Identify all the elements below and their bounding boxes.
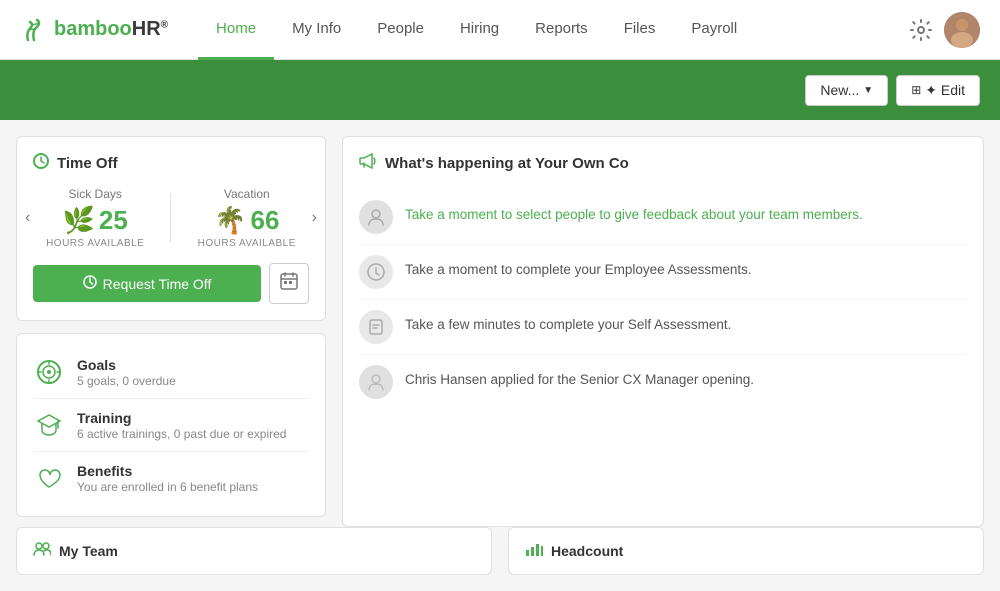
vacation-number: 66	[250, 205, 279, 236]
headcount-label: Headcount	[551, 543, 623, 559]
request-timeoff-label: Request Time Off	[103, 276, 212, 292]
new-label: New...	[820, 82, 859, 98]
main-content: Time Off ‹ Sick Days 🌿 25 HOURS AVAILABL…	[0, 120, 1000, 527]
training-sub: 6 active trainings, 0 past due or expire…	[77, 427, 286, 441]
news-card: What's happening at Your Own Co Take a m…	[342, 136, 984, 527]
benefits-icon	[33, 462, 65, 494]
nav-home[interactable]: Home	[198, 0, 274, 60]
sick-icon: 🌿	[63, 205, 95, 236]
avatar-svg	[944, 12, 980, 48]
headcount-icon	[525, 542, 543, 561]
settings-button[interactable]	[910, 19, 932, 41]
calendar-button[interactable]	[269, 263, 309, 304]
goals-title: Goals	[77, 357, 176, 373]
timeoff-actions: Request Time Off	[33, 263, 309, 304]
nav-files[interactable]: Files	[606, 0, 674, 60]
my-team-label: My Team	[59, 543, 118, 559]
goals-item[interactable]: Goals 5 goals, 0 overdue	[33, 346, 309, 399]
goals-text: Goals 5 goals, 0 overdue	[77, 357, 176, 388]
green-band: New... ▼ ⊞ ✦ Edit	[0, 60, 1000, 120]
training-icon	[33, 409, 65, 441]
timeoff-divider	[170, 193, 171, 243]
nav-links: Home My Info People Hiring Reports Files…	[198, 0, 910, 60]
timeoff-grid: ‹ Sick Days 🌿 25 HOURS AVAILABLE Vacatio…	[33, 187, 309, 249]
vacation-item: Vacation 🌴 66 HOURS AVAILABLE	[198, 187, 296, 249]
logo[interactable]: bambooHR®	[20, 16, 168, 44]
benefits-title: Benefits	[77, 463, 258, 479]
self-assessment-text: Take a few minutes to complete your Self…	[405, 310, 731, 335]
clock-icon	[33, 153, 49, 173]
timeoff-header: Time Off	[33, 153, 309, 173]
avatar[interactable]	[944, 12, 980, 48]
news-item-self-assessment: Take a few minutes to complete your Self…	[359, 300, 967, 355]
headcount-card[interactable]: Headcount	[508, 527, 984, 575]
benefits-item[interactable]: Benefits You are enrolled in 6 benefit p…	[33, 452, 309, 504]
right-column: What's happening at Your Own Co Take a m…	[342, 136, 984, 527]
band-buttons: New... ▼ ⊞ ✦ Edit	[805, 75, 980, 106]
timeoff-prev-button[interactable]: ‹	[25, 209, 30, 227]
request-icon	[83, 275, 97, 292]
new-button[interactable]: New... ▼	[805, 75, 888, 106]
logo-bamboo-text: bambooHR®	[54, 18, 168, 41]
bottom-row: My Team Headcount	[0, 527, 1000, 591]
vacation-label: Vacation	[198, 187, 296, 201]
news-title: What's happening at Your Own Co	[385, 155, 629, 172]
nav-myinfo[interactable]: My Info	[274, 0, 359, 60]
feedback-text: Take a moment to select people to give f…	[405, 200, 863, 225]
application-avatar	[359, 365, 393, 399]
chevron-down-icon: ▼	[863, 85, 873, 96]
megaphone-icon	[359, 153, 377, 174]
info-card: Goals 5 goals, 0 overdue Training 6 acti…	[16, 333, 326, 517]
news-item-feedback: Take a moment to select people to give f…	[359, 190, 967, 245]
bamboo-logo-icon	[20, 16, 48, 44]
benefits-sub: You are enrolled in 6 benefit plans	[77, 480, 258, 494]
feedback-link[interactable]: Take a moment to select people to give f…	[405, 207, 863, 222]
request-timeoff-button[interactable]: Request Time Off	[33, 265, 261, 302]
nav-reports[interactable]: Reports	[517, 0, 606, 60]
my-team-card[interactable]: My Team	[16, 527, 492, 575]
news-item-application: Chris Hansen applied for the Senior CX M…	[359, 355, 967, 409]
training-text: Training 6 active trainings, 0 past due …	[77, 410, 286, 441]
vacation-icon: 🌴	[214, 205, 246, 236]
news-header: What's happening at Your Own Co	[359, 153, 967, 174]
nav-payroll[interactable]: Payroll	[673, 0, 755, 60]
sick-days-item: Sick Days 🌿 25 HOURS AVAILABLE	[46, 187, 144, 249]
nav-hiring[interactable]: Hiring	[442, 0, 517, 60]
goals-sub: 5 goals, 0 overdue	[77, 374, 176, 388]
sick-number: 25	[99, 205, 128, 236]
benefits-text: Benefits You are enrolled in 6 benefit p…	[77, 463, 258, 494]
self-assessment-avatar	[359, 310, 393, 344]
vacation-hours-sub: HOURS AVAILABLE	[198, 238, 296, 249]
timeoff-card: Time Off ‹ Sick Days 🌿 25 HOURS AVAILABL…	[16, 136, 326, 321]
timeoff-next-button[interactable]: ›	[312, 209, 317, 227]
goals-icon	[33, 356, 65, 388]
nav-right	[910, 12, 980, 48]
edit-label: ✦ Edit	[925, 82, 965, 99]
news-item-assessment: Take a moment to complete your Employee …	[359, 245, 967, 300]
left-column: Time Off ‹ Sick Days 🌿 25 HOURS AVAILABL…	[16, 136, 326, 527]
edit-button[interactable]: ⊞ ✦ Edit	[896, 75, 980, 106]
training-item[interactable]: Training 6 active trainings, 0 past due …	[33, 399, 309, 452]
nav-people[interactable]: People	[359, 0, 442, 60]
feedback-avatar	[359, 200, 393, 234]
team-icon	[33, 542, 51, 561]
calendar-icon	[280, 272, 298, 295]
application-text: Chris Hansen applied for the Senior CX M…	[405, 365, 754, 390]
gear-icon	[910, 19, 932, 41]
navbar: bambooHR® Home My Info People Hiring Rep…	[0, 0, 1000, 60]
timeoff-title: Time Off	[57, 155, 118, 172]
training-title: Training	[77, 410, 286, 426]
sick-days-label: Sick Days	[46, 187, 144, 201]
grid-icon: ⊞	[911, 83, 921, 97]
avatar-image	[944, 12, 980, 48]
assessment-text: Take a moment to complete your Employee …	[405, 255, 752, 280]
sick-hours-sub: HOURS AVAILABLE	[46, 238, 144, 249]
assessment-avatar	[359, 255, 393, 289]
sick-days-value: 🌿 25	[46, 205, 144, 236]
vacation-value: 🌴 66	[198, 205, 296, 236]
